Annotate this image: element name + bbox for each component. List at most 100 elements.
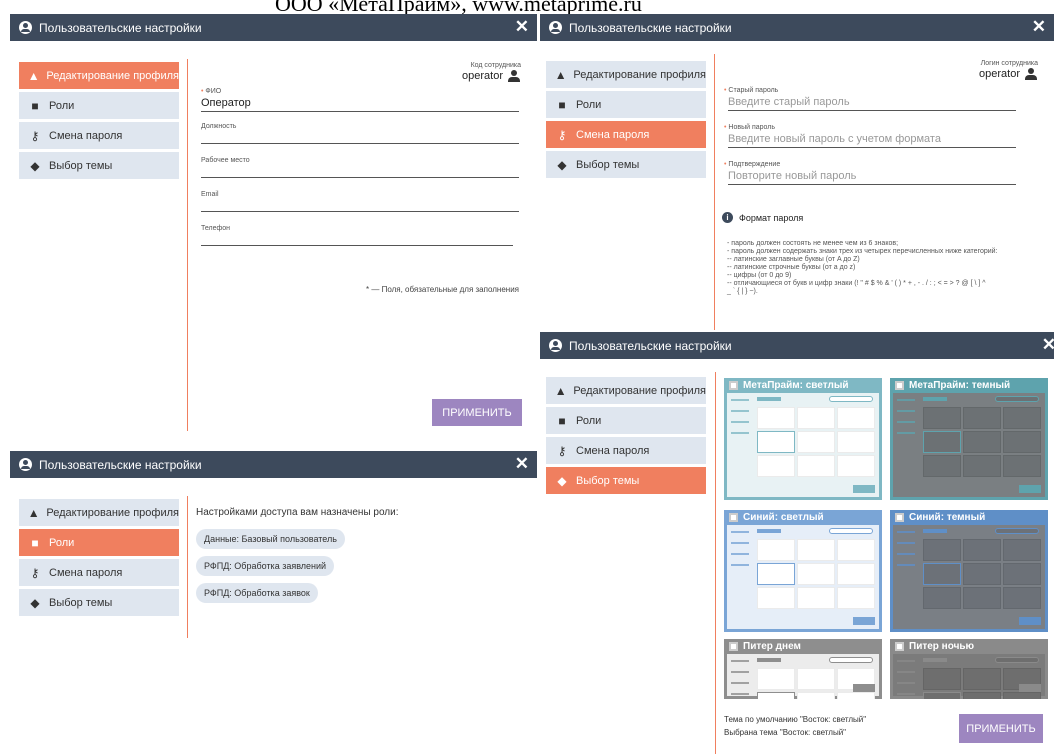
menu-item-roles[interactable]: ■ Роли xyxy=(19,529,179,556)
new-password-input[interactable]: Введите новый пароль с учетом формата xyxy=(728,131,1016,148)
menu-item-password[interactable]: ⚷ Смена пароля xyxy=(19,559,179,586)
menu-item-password[interactable]: ⚷ Смена пароля xyxy=(546,437,706,464)
menu-item-password[interactable]: ⚷ Смена пароля xyxy=(19,122,179,149)
user-icon xyxy=(1024,68,1038,81)
paint-bucket-icon: ◆ xyxy=(557,157,567,172)
theme-preview xyxy=(893,525,1045,629)
theme-name: МетаПрайм: светлый xyxy=(743,380,849,391)
window-title: Пользовательские настройки xyxy=(39,20,202,35)
close-icon[interactable]: ✕ xyxy=(1042,335,1054,355)
position-field[interactable] xyxy=(201,130,519,144)
email-field[interactable] xyxy=(201,198,519,212)
password-menu: ▲ Редактирование профиля ■ Роли ⚷ Смена пар… xyxy=(546,61,706,181)
employee-login: Логин сотрудника operator xyxy=(979,60,1038,81)
employee-code-value: operator xyxy=(462,70,503,82)
user-icon xyxy=(507,70,521,83)
roles-heading: Настройками доступа вам назначены роли: xyxy=(196,507,399,518)
menu-item-theme[interactable]: ◆ Выбор темы xyxy=(19,152,179,179)
user-circle-icon xyxy=(19,458,32,471)
user-edit-icon: ▲ xyxy=(554,383,567,398)
confirm-password-input[interactable]: Повторите новый пароль xyxy=(728,168,1016,185)
theme-option[interactable]: Питер ночью xyxy=(890,639,1048,699)
roles-divider xyxy=(187,496,188,638)
theme-preview-icon xyxy=(729,513,738,522)
theme-name: Синий: светлый xyxy=(743,512,824,523)
password-divider xyxy=(714,54,715,330)
old-password-input[interactable]: Введите старый пароль xyxy=(728,94,1016,111)
user-edit-icon: ▲ xyxy=(27,68,40,83)
profile-apply-button[interactable]: ПРИМЕНИТЬ xyxy=(432,399,522,426)
theme-preview xyxy=(893,654,1045,699)
theme-apply-button[interactable]: ПРИМЕНИТЬ xyxy=(959,714,1043,743)
theme-preview-icon xyxy=(895,642,904,651)
panel-profile-titlebar: Пользовательские настройки ✕ xyxy=(10,14,537,41)
theme-preview-icon xyxy=(895,381,904,390)
password-rule: - пароль должен содержать знаки трех из … xyxy=(727,248,998,255)
theme-option[interactable]: Синий: темный xyxy=(890,510,1048,632)
workplace-field[interactable] xyxy=(201,164,519,178)
menu-item-profile[interactable]: ▲ Редактирование профиля xyxy=(546,377,706,404)
menu-item-profile[interactable]: ▲ Редактирование профиля xyxy=(19,62,179,89)
theme-name: МетаПрайм: темный xyxy=(909,380,1011,391)
password-rule: -- отличающиеся от букв и цифр знаки (! … xyxy=(727,280,986,287)
new-password-label: Новый пароль xyxy=(728,124,776,131)
panel-profile: Пользовательские настройки ✕ ▲ Редактиров… xyxy=(0,14,537,444)
fio-field[interactable]: Оператор xyxy=(201,95,519,112)
panel-password-titlebar: Пользовательские настройки ✕ xyxy=(540,14,1054,41)
menu-item-roles[interactable]: ■ Роли xyxy=(19,92,179,119)
theme-option[interactable]: Питер днем xyxy=(724,639,882,699)
theme-option[interactable]: МетаПрайм: темный xyxy=(890,378,1048,500)
workplace-label: Рабочее место xyxy=(201,157,250,164)
theme-menu: ▲ Редактирование профиля ■ Роли ⚷ Смена пар… xyxy=(546,377,706,497)
theme-preview-icon xyxy=(895,513,904,522)
theme-name: Питер днем xyxy=(743,641,801,652)
menu-item-theme[interactable]: ◆ Выбор темы xyxy=(19,589,179,616)
menu-item-theme[interactable]: ◆ Выбор темы xyxy=(546,467,706,494)
profile-form: • ФИО Оператор Должность Рабочее место E… xyxy=(201,88,519,246)
paint-bucket-icon: ◆ xyxy=(30,158,40,173)
employee-login-value: operator xyxy=(979,68,1020,80)
close-icon[interactable]: ✕ xyxy=(515,17,529,37)
paint-bucket-icon: ◆ xyxy=(557,473,567,488)
password-rule: - пароль должен состоять не менее чем из… xyxy=(727,240,899,247)
theme-selected-text: Выбрана тема "Восток: светлый" xyxy=(724,728,847,737)
info-icon: i xyxy=(722,212,733,223)
close-icon[interactable]: ✕ xyxy=(515,454,529,474)
roles-icon: ■ xyxy=(31,535,39,550)
panel-roles-titlebar: Пользовательские настройки ✕ xyxy=(10,451,537,478)
window-title: Пользовательские настройки xyxy=(39,457,202,472)
user-circle-icon xyxy=(549,21,562,34)
role-chip: Данные: Базовый пользователь xyxy=(196,529,345,549)
menu-item-roles[interactable]: ■ Роли xyxy=(546,407,706,434)
theme-option[interactable]: Синий: светлый xyxy=(724,510,882,632)
fio-label: ФИО xyxy=(205,88,222,95)
menu-item-password[interactable]: ⚷ Смена пароля xyxy=(546,121,706,148)
theme-preview xyxy=(727,393,879,497)
position-label: Должность xyxy=(201,123,237,130)
window-title: Пользовательские настройки xyxy=(569,338,732,353)
password-rule: -- латинские строчные буквы (от a до z) xyxy=(727,264,856,271)
theme-name: Синий: темный xyxy=(909,512,986,523)
window-title: Пользовательские настройки xyxy=(569,20,732,35)
theme-option[interactable]: МетаПрайм: светлый xyxy=(724,378,882,500)
phone-field[interactable] xyxy=(201,232,513,246)
theme-divider xyxy=(715,372,716,754)
menu-item-theme[interactable]: ◆ Выбор темы xyxy=(546,151,706,178)
theme-name: Питер ночью xyxy=(909,641,975,652)
required-note: * — Поля, обязательные для заполнения xyxy=(366,285,519,294)
close-icon[interactable]: ✕ xyxy=(1032,17,1046,37)
menu-item-profile[interactable]: ▲ Редактирование профиля xyxy=(546,61,706,88)
profile-menu: ▲ Редактирование профиля ■ Роли ⚷ Смена пар… xyxy=(19,62,179,182)
password-rule: _ ` { | } ~). xyxy=(727,288,758,295)
panel-theme: Пользовательские настройки ✕ ▲ Редактиров… xyxy=(540,332,1054,754)
menu-item-roles[interactable]: ■ Роли xyxy=(546,91,706,118)
roles-list: Данные: Базовый пользователь РФПД: Обрабо… xyxy=(196,529,526,610)
employee-code: Код сотрудника operator xyxy=(462,62,521,83)
roles-icon: ■ xyxy=(558,97,566,112)
user-circle-icon xyxy=(19,21,32,34)
password-form: • Старый пароль Введите старый пароль • … xyxy=(724,87,1016,185)
panel-theme-titlebar: Пользовательские настройки ✕ xyxy=(540,332,1054,359)
profile-divider xyxy=(187,59,188,431)
password-rule: -- цифры (от 0 до 9) xyxy=(727,272,792,279)
menu-item-profile[interactable]: ▲ Редактирование профиля xyxy=(19,499,179,526)
